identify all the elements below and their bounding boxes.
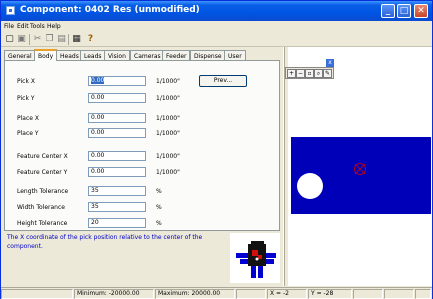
length-tolerance-input[interactable]: 35 [88,186,146,196]
component-preview [230,233,280,283]
window-title: Component: 0402 Res (unmodified) [20,5,200,15]
pick-x-label: Pick X [17,78,35,85]
toolbar-separator [68,34,69,45]
width-tolerance-unit: % [156,204,162,211]
feature-center-y-unit: 1/1000" [156,169,180,176]
status-cell-empty [1,289,73,299]
zoom-window-icon[interactable]: ⌕ [314,69,323,78]
help-icon[interactable]: ? [85,34,96,45]
width-tolerance-label: Width Tolerance [17,204,65,211]
zoom-out-icon[interactable]: − [296,69,305,78]
menu-tools[interactable]: Tools [30,23,45,30]
place-x-label: Place X [17,115,39,122]
height-tolerance-unit: % [156,220,162,227]
menu-help[interactable]: Help [47,23,61,30]
place-x-unit: 1/1000" [156,115,180,122]
feature-center-y-label: Feature Center Y [17,169,68,176]
pane-splitter[interactable] [283,47,285,286]
length-tolerance-unit: % [156,188,162,195]
application-window: Component: 0402 Res (unmodified) _ □ ✕ F… [0,0,433,299]
pick-y-label: Pick Y [17,95,35,102]
cut-icon[interactable]: ✂ [32,34,43,45]
maximize-button[interactable]: □ [397,4,411,18]
pick-x-unit: 1/1000" [156,78,180,85]
crosshair-icon [354,163,366,175]
zoom-fit-icon[interactable]: ▫ [305,69,314,78]
place-y-unit: 1/1000" [156,130,180,137]
fiducial-circle [297,173,323,199]
new-icon[interactable]: ▢ [4,34,15,45]
status-x-coordinate: X = -2 [267,289,307,299]
toolbar: ▢ ▣ ✂ ❐ ▤ ▦ ? [1,32,432,47]
pan-icon[interactable]: ✎ [323,69,332,78]
pick-y-unit: 1/1000" [156,95,180,102]
feature-center-x-label: Feature Center X [17,153,68,160]
resize-grip[interactable] [415,289,431,299]
close-button[interactable]: ✕ [414,4,428,18]
height-tolerance-label: Height Tolerance [17,220,68,227]
status-maximum: Maximum: 20000.00 [155,289,235,299]
status-y-coordinate: Y = -28 [308,289,352,299]
status-cell-empty [236,289,266,299]
pick-y-input[interactable]: 0.00 [88,93,146,103]
field-description: The X coordinate of the pick position re… [7,234,203,250]
status-bar: Minimum: -20000.00 Maximum: 20000.00 X =… [1,287,432,299]
toolbar-separator [29,34,30,45]
pick-x-input[interactable]: 0.00 [88,76,146,86]
copy-icon[interactable]: ❐ [44,34,55,45]
prev-button[interactable]: Prev... [199,75,247,87]
view-toolbar: + − ▫ ⌕ ✎ [285,67,334,79]
length-tolerance-label: Length Tolerance [17,188,69,195]
height-tolerance-input[interactable]: 20 [88,218,146,228]
app-icon [6,6,15,15]
place-x-input[interactable]: 0.00 [88,113,146,123]
tab-body[interactable]: Body [34,49,58,61]
status-cell-empty [353,289,383,299]
width-tolerance-input[interactable]: 35 [88,202,146,212]
status-minimum: Minimum: -20000.00 [74,289,154,299]
feature-center-x-input[interactable]: 0.00 [88,151,146,161]
minimize-button[interactable]: _ [381,4,395,18]
place-y-input[interactable]: 0.00 [88,128,146,138]
view-toolbar-close-button[interactable]: x [326,59,334,67]
feature-center-x-unit: 1/1000" [156,153,180,160]
menu-edit[interactable]: Edit [17,23,29,30]
pick-x-value: 0.00 [91,77,105,84]
place-y-label: Place Y [17,130,39,137]
paste-icon[interactable]: ▤ [56,34,67,45]
feature-center-y-input[interactable]: 0.00 [88,167,146,177]
save-icon[interactable]: ▣ [16,34,27,45]
title-bar[interactable]: Component: 0402 Res (unmodified) _ □ ✕ [1,1,432,21]
status-cell-empty [384,289,414,299]
print-icon[interactable]: ▦ [71,34,82,45]
menu-bar: File Edit Tools Help [1,21,432,32]
zoom-in-icon[interactable]: + [287,69,296,78]
component-drawing [236,241,276,278]
menu-file[interactable]: File [4,23,14,30]
